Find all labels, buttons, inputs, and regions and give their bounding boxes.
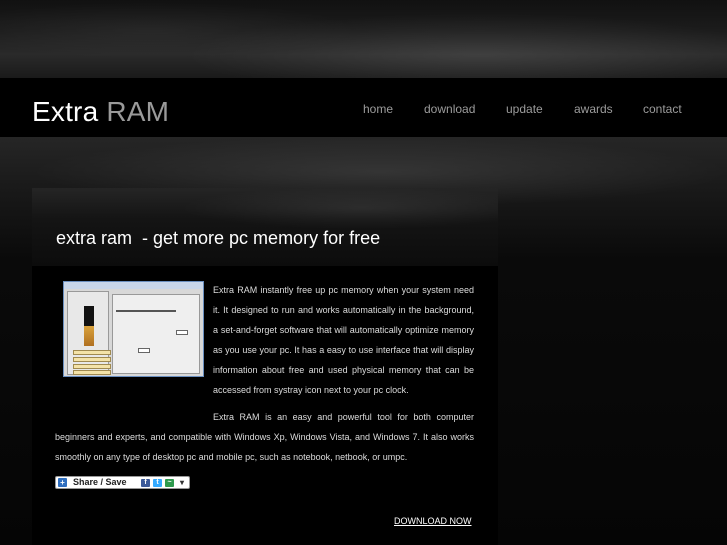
share-icon: ~	[165, 479, 174, 487]
top-banner	[0, 0, 727, 78]
share-save-button[interactable]: + Share / Save f t ~ ▾	[55, 476, 190, 489]
intro-paragraph: Extra RAM instantly free up pc memory wh…	[213, 285, 474, 395]
main-nav: home download update awards contact	[0, 102, 727, 118]
nav-contact[interactable]: contact	[643, 102, 682, 116]
facebook-icon: f	[141, 479, 150, 487]
nav-download[interactable]: download	[424, 102, 475, 116]
plus-icon: +	[58, 478, 67, 487]
title-bar	[32, 188, 498, 266]
nav-update[interactable]: update	[506, 102, 543, 116]
nav-home[interactable]: home	[363, 102, 393, 116]
chevron-down-icon: ▾	[180, 478, 185, 487]
app-screenshot-image	[63, 281, 204, 377]
compat-paragraph-lead: Extra RAM is an easy and powerful tool f…	[213, 412, 474, 422]
page-title: extra ram - get more pc memory for free	[56, 228, 381, 248]
twitter-icon: t	[153, 479, 162, 487]
compat-paragraph: beginners and experts, and compatible wi…	[55, 432, 474, 462]
nav-awards[interactable]: awards	[574, 102, 613, 116]
download-now-link[interactable]: DOWNLOAD NOW	[394, 516, 472, 526]
share-label: Share / Save	[73, 477, 127, 487]
